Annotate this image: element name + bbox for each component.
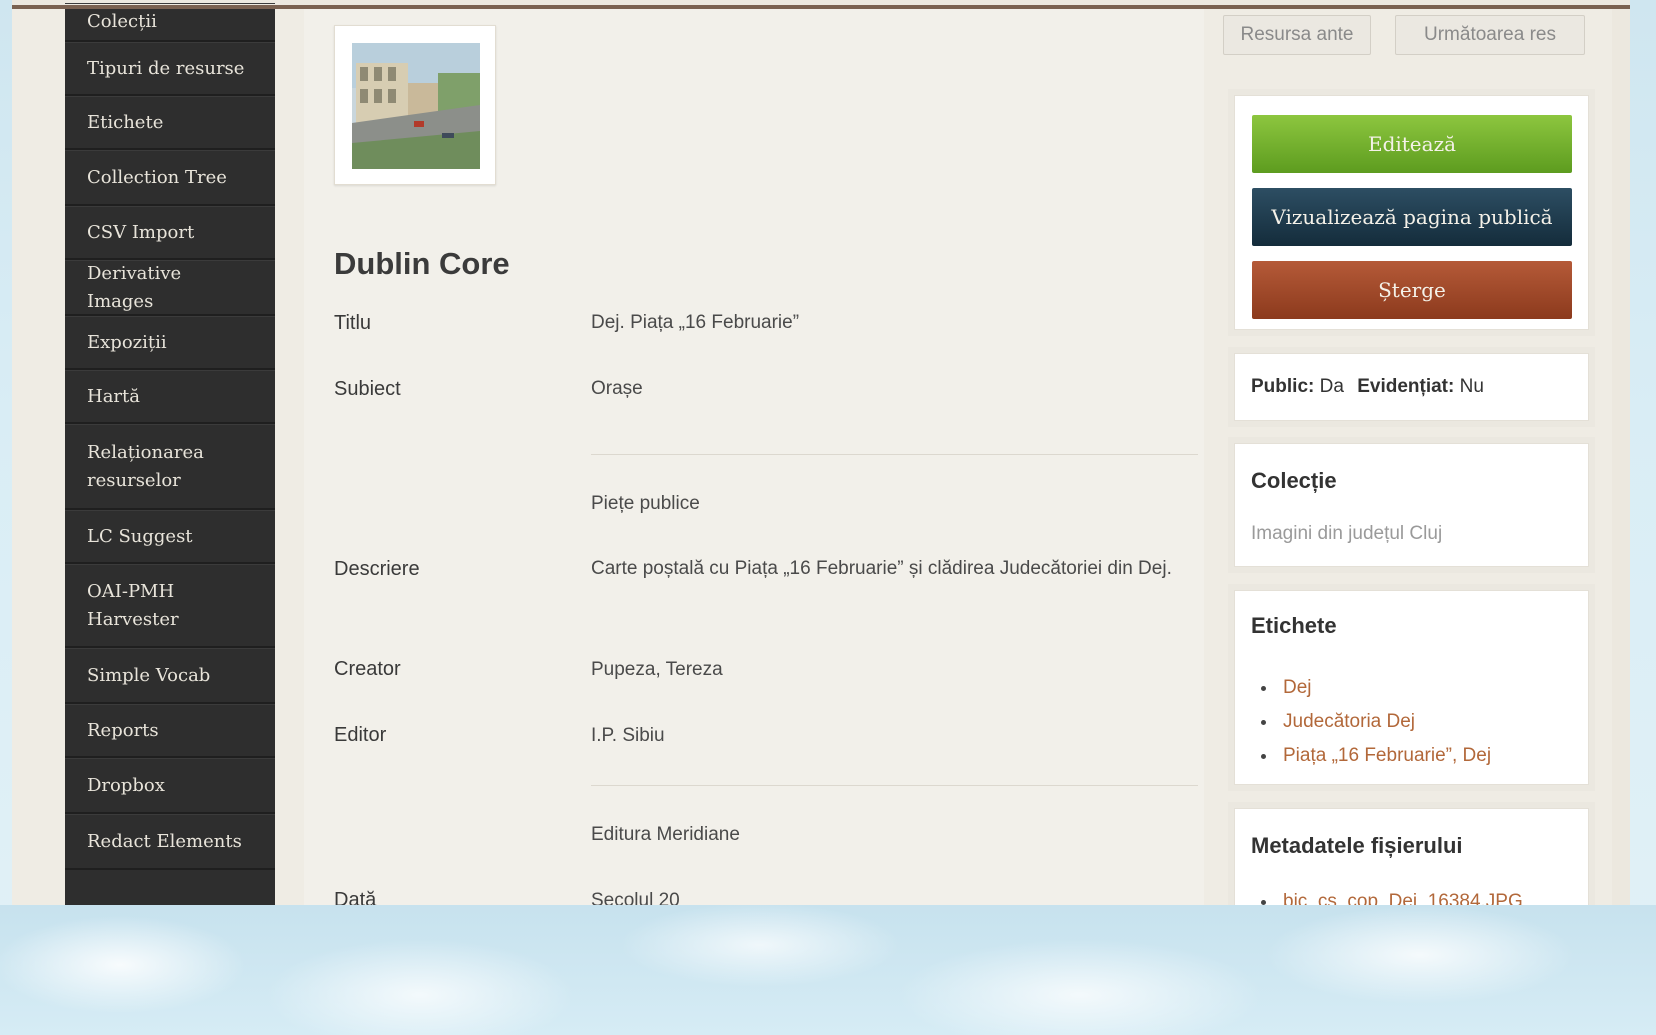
sidebar-item-label: Derivative Images [87, 262, 182, 312]
field-divider [591, 785, 1198, 786]
sidebar-item-label: Reports [87, 719, 159, 741]
field-label-creator: Creator [334, 658, 401, 680]
featured-value: Nu [1459, 376, 1484, 397]
field-value-subiect: Orașe [591, 378, 643, 399]
desktop-background [0, 905, 1656, 1035]
sidebar-item-label: LC Suggest [87, 525, 193, 547]
view-public-page-button[interactable]: Vizualizează pagina publică [1252, 188, 1572, 246]
sidebar-item-label: Dropbox [87, 774, 165, 796]
sidebar-item-label: Etichete [87, 111, 164, 133]
section-title: Dublin Core [334, 246, 510, 281]
field-label-data: Dată [334, 889, 377, 905]
sidebar-item-label: CSV Import [87, 221, 195, 243]
sidebar-item-lc-suggest[interactable]: LC Suggest [65, 510, 275, 564]
file-link[interactable]: bjc_cs_cop_Dej_16384.JPG [1251, 885, 1523, 905]
delete-button[interactable]: Șterge [1252, 261, 1572, 319]
sidebar-item-derivative-images[interactable]: Derivative Images [65, 260, 275, 316]
tag-link[interactable]: Piața „16 Februarie”, Dej [1251, 739, 1491, 773]
file-list: bjc_cs_cop_Dej_16384.JPG [1251, 885, 1523, 905]
tag-link[interactable]: Dej [1251, 671, 1491, 705]
sidebar-item-relationarea-resurselor[interactable]: Relaționarea resurselor [65, 424, 275, 510]
sidebar-item-label: Simple Vocab [87, 664, 211, 686]
sidebar-item-dropbox[interactable]: Dropbox [65, 758, 275, 814]
item-thumbnail[interactable] [334, 25, 496, 185]
field-value-editor-2: Editura Meridiane [591, 824, 740, 845]
sidebar-item-oai-pmh-harvester[interactable]: OAI-PMH Harvester [65, 564, 275, 648]
status-panel: Public: Da Evidențiat: Nu [1234, 353, 1589, 421]
field-value-titlu: Dej. Piața „16 Februarie” [591, 312, 800, 333]
actions-panel: Editează Vizualizează pagina publică Ște… [1234, 95, 1589, 330]
file-metadata-panel: Metadatele fișierului bjc_cs_cop_Dej_163… [1234, 808, 1589, 905]
tags-title: Etichete [1251, 613, 1337, 638]
collection-title: Colecție [1251, 468, 1337, 493]
postcard-image [352, 43, 480, 169]
sidebar-item-expozitii[interactable]: Expoziții [65, 316, 275, 370]
field-value-creator: Pupeza, Tereza [591, 659, 723, 680]
sidebar-item-label: Redact Elements [87, 830, 242, 852]
sidebar-item-label: Relaționarea resurselor [87, 441, 204, 491]
sidebar-item-colectii[interactable]: Colecții [65, 3, 275, 42]
field-value-data: Secolul 20 [591, 890, 680, 905]
edit-button[interactable]: Editează [1252, 115, 1572, 173]
field-label-editor: Editor [334, 724, 387, 746]
sidebar-item-label: Expoziții [87, 331, 167, 353]
sidebar-item-label: OAI-PMH Harvester [87, 580, 179, 630]
field-divider [591, 454, 1198, 455]
public-label: Public: [1251, 376, 1315, 397]
field-label-titlu: Titlu [334, 312, 372, 334]
status-line: Public: Da Evidențiat: Nu [1251, 376, 1484, 398]
sidebar-item-harta[interactable]: Hartă [65, 370, 275, 424]
previous-item-button[interactable]: Resursa ante [1223, 15, 1371, 55]
field-value-editor: I.P. Sibiu [591, 725, 665, 746]
public-value: Da [1319, 376, 1344, 397]
sidebar-item-collection-tree[interactable]: Collection Tree [65, 150, 275, 206]
sidebar-item-label: Hartă [87, 385, 140, 407]
sidebar-item-label: Colecții [87, 11, 157, 32]
collection-link[interactable]: Imagini din județul Cluj [1251, 523, 1442, 545]
tag-link[interactable]: Judecătoria Dej [1251, 705, 1491, 739]
collection-panel: Colecție Imagini din județul Cluj [1234, 443, 1589, 567]
sidebar-item-label: Collection Tree [87, 166, 227, 188]
sidebar-item-etichete[interactable]: Etichete [65, 96, 275, 150]
tag-list: Dej Judecătoria Dej Piața „16 Februarie”… [1251, 671, 1491, 773]
featured-label: Evidențiat: [1357, 376, 1455, 397]
sidebar-item-label: Tipuri de resurse [87, 57, 245, 79]
sidebar-item-redact-elements[interactable]: Redact Elements [65, 814, 275, 870]
field-value-subiect-2: Piețe publice [591, 493, 700, 514]
file-metadata-title: Metadatele fișierului [1251, 833, 1463, 858]
sidebar-item-simple-vocab[interactable]: Simple Vocab [65, 648, 275, 704]
field-label-descriere: Descriere [334, 558, 420, 580]
sidebar-item-tipuri-resurse[interactable]: Tipuri de resurse [65, 42, 275, 96]
browser-window: Colecții Tipuri de resurse Etichete Coll… [12, 0, 1630, 905]
sidebar-item-reports[interactable]: Reports [65, 704, 275, 758]
admin-sidebar: Colecții Tipuri de resurse Etichete Coll… [65, 3, 275, 905]
field-label-subiect: Subiect [334, 378, 401, 400]
tags-panel: Etichete Dej Judecătoria Dej Piața „16 F… [1234, 590, 1589, 785]
field-value-descriere: Carte poștală cu Piața „16 Februarie” și… [591, 558, 1172, 579]
sidebar-item-csv-import[interactable]: CSV Import [65, 206, 275, 260]
item-content: Dublin Core Titlu Dej. Piața „16 Februar… [304, 9, 1204, 905]
next-item-button[interactable]: Următoarea res [1395, 15, 1585, 55]
